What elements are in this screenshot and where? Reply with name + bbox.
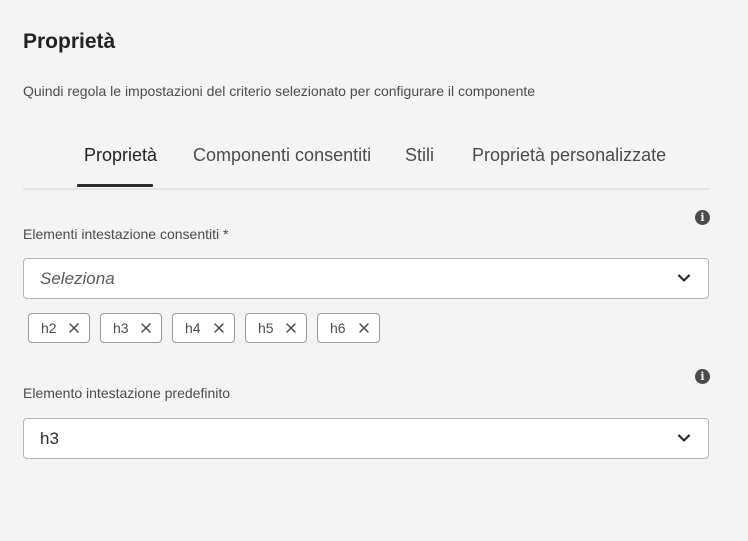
heading-tag-h5[interactable]: h5 [245,313,307,343]
close-icon[interactable] [68,322,80,334]
tag-label: h4 [185,320,201,336]
panel-description: Quindi regola le impostazioni del criter… [23,83,536,99]
close-icon[interactable] [285,322,297,334]
close-icon[interactable] [358,322,370,334]
default-heading-select[interactable]: h3 [23,418,709,459]
chevron-down-icon [677,434,691,442]
chevron-down-icon [677,274,691,282]
default-heading-value: h3 [40,429,59,448]
info-icon[interactable]: i [695,369,710,384]
allowed-headings-placeholder: Seleziona [40,269,115,288]
allowed-headings-label: Elementi intestazione consentiti * [23,226,229,242]
tab-list: Proprietà Componenti consentiti Stili Pr… [23,138,710,190]
heading-tag-h4[interactable]: h4 [172,313,235,343]
allowed-headings-select[interactable]: Seleziona [23,258,709,299]
tab-custom-properties[interactable]: Proprietà personalizzate [472,145,666,166]
heading-tag-h6[interactable]: h6 [317,313,380,343]
tag-label: h2 [41,320,57,336]
panel-title: Proprietà [23,30,116,53]
info-icon[interactable]: i [695,210,710,225]
tag-label: h6 [330,320,346,336]
tab-styles[interactable]: Stili [405,145,434,166]
close-icon[interactable] [140,322,152,334]
tag-label: h5 [258,320,274,336]
close-icon[interactable] [213,322,225,334]
heading-tag-h2[interactable]: h2 [28,313,90,343]
default-heading-label: Elemento intestazione predefinito [23,385,231,401]
tag-label: h3 [113,320,129,336]
tab-allowed-components[interactable]: Componenti consentiti [193,145,371,166]
active-tab-indicator [77,184,153,187]
heading-tag-h3[interactable]: h3 [100,313,162,343]
tab-properties[interactable]: Proprietà [84,145,157,166]
